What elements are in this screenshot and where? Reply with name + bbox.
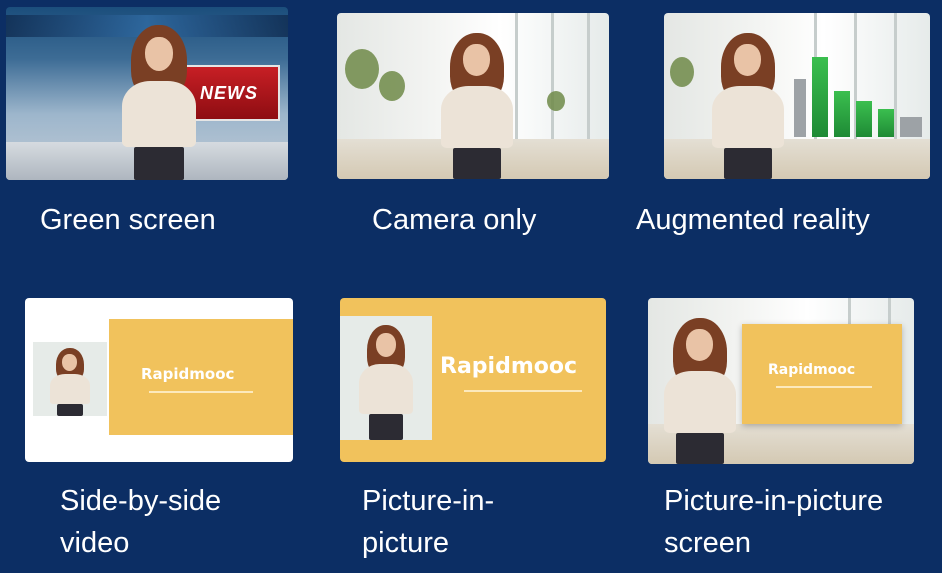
ar-chart-bar — [878, 109, 894, 137]
picture-in-picture-label: Picture-in-picture — [362, 485, 495, 559]
camera-only-thumbnail[interactable] — [337, 13, 609, 179]
screen-slide: Rapidmooc — [742, 324, 902, 424]
presenter-image — [704, 29, 792, 179]
augmented-reality-thumbnail[interactable] — [664, 13, 930, 179]
presenter-image — [114, 21, 204, 180]
presenter-video — [340, 316, 432, 440]
ar-chart-bar — [812, 57, 828, 137]
presenter-video — [33, 342, 107, 416]
presentation-slide: Rapidmooc — [109, 319, 293, 435]
side-by-side-thumbnail[interactable]: Rapidmooc — [25, 298, 293, 462]
presenter-image — [656, 314, 744, 464]
side-by-side-label: Side-by-side video — [60, 485, 222, 559]
camera-only-label: Camera only — [372, 204, 537, 236]
green-screen-label: Green screen — [40, 204, 216, 236]
augmented-reality-label: Augmented reality — [636, 204, 870, 236]
ar-chart-gray-bar — [794, 79, 806, 137]
ar-chart-bar — [834, 91, 850, 137]
green-screen-thumbnail[interactable]: NEWS — [6, 7, 288, 180]
picture-in-picture-screen-label: Picture-in-picture screen — [664, 485, 884, 559]
plant-decoration — [345, 49, 379, 89]
picture-in-picture-screen-thumbnail[interactable]: Rapidmooc — [648, 298, 914, 464]
picture-in-picture-thumbnail[interactable]: Rapidmooc — [340, 298, 606, 462]
ar-chart-bar — [856, 101, 872, 137]
layout-gallery: { "captions": { "green_screen": "Green s… — [0, 0, 942, 573]
presenter-image — [433, 29, 521, 179]
rapidmooc-logo: Rapidmooc — [440, 354, 578, 379]
rapidmooc-logo: Rapidmooc — [768, 362, 856, 378]
rapidmooc-logo: Rapidmooc — [141, 365, 235, 383]
